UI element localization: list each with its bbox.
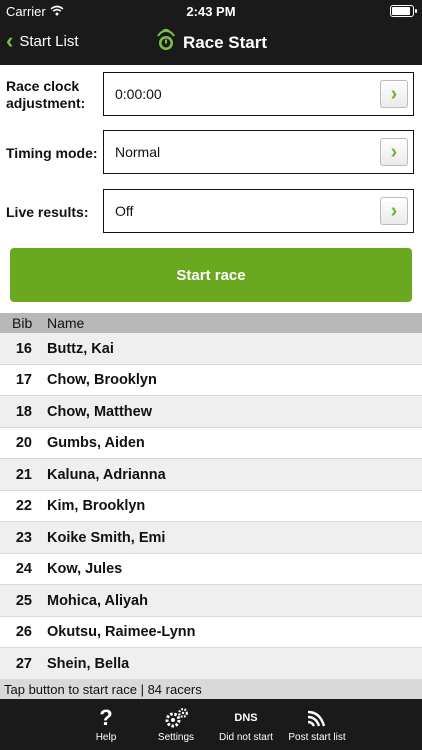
post-start-list-button[interactable]: Post start list <box>282 699 352 750</box>
row-name: Kaluna, Adrianna <box>47 466 166 483</box>
nav-bar: ‹ Start List Race Start <box>0 22 422 65</box>
table-header: Bib Name <box>0 313 422 333</box>
table-row[interactable]: 16 Buttz, Kai <box>0 333 422 365</box>
timing-mode-label: Timing mode: <box>6 144 98 161</box>
table-row[interactable]: 27 Shein, Bella <box>0 648 422 680</box>
row-name: Buttz, Kai <box>47 340 114 357</box>
row-name: Chow, Matthew <box>47 403 152 420</box>
bib-column-header: Bib <box>12 315 33 331</box>
row-bib: 20 <box>15 435 32 451</box>
row-name: Chow, Brooklyn <box>47 372 157 388</box>
live-results-value: Off <box>115 203 134 219</box>
live-results-label: Live results: <box>6 203 89 220</box>
chevron-right-icon[interactable]: › <box>380 80 408 108</box>
row-bib: 26 <box>15 624 32 640</box>
page-title: Race Start <box>182 32 268 52</box>
question-mark-icon: ? <box>99 705 113 730</box>
timing-mode-field[interactable]: Normal › <box>103 130 414 174</box>
settings-button[interactable]: Settings <box>152 699 200 750</box>
status-time: 2:43 PM <box>186 4 236 19</box>
broadcast-icon <box>306 706 328 730</box>
race-clock-adjustment-field[interactable]: 0:00:00 › <box>103 72 414 116</box>
row-name: Mohica, Aliyah <box>47 592 148 609</box>
table-row[interactable]: 25 Mohica, Aliyah <box>0 585 422 617</box>
nav-title-group: Race Start <box>0 28 422 57</box>
row-bib: 21 <box>15 466 32 483</box>
table-row[interactable]: 21 Kaluna, Adrianna <box>0 459 422 491</box>
row-name: Shein, Bella <box>47 655 130 672</box>
row-name: Kow, Jules <box>47 561 123 577</box>
help-label: Help <box>95 732 117 743</box>
race-clock-adjustment-value: 0:00:00 <box>115 86 162 102</box>
row-name: Okutsu, Raimee-Lynn <box>47 624 196 640</box>
racer-list: 16 Buttz, Kai 17 Chow, Brooklyn 18 Chow,… <box>0 333 422 680</box>
table-row[interactable]: 23 Koike Smith, Emi <box>0 522 422 554</box>
did-not-start-button[interactable]: DNS Did not start <box>212 699 280 750</box>
table-row[interactable]: 22 Kim, Brooklyn <box>0 491 422 522</box>
row-bib: 17 <box>15 372 32 388</box>
chevron-right-icon[interactable]: › <box>380 197 408 225</box>
live-results-field[interactable]: Off › <box>103 189 414 233</box>
table-row[interactable]: 20 Gumbs, Aiden <box>0 428 422 459</box>
row-bib: 23 <box>15 529 32 546</box>
table-row[interactable]: 17 Chow, Brooklyn <box>0 365 422 396</box>
bottom-toolbar: ? Help Settings DNS Did not start Post s… <box>0 699 422 750</box>
row-bib: 25 <box>15 592 32 609</box>
table-row[interactable]: 26 Okutsu, Raimee-Lynn <box>0 617 422 648</box>
dns-icon: DNS <box>234 712 258 724</box>
chevron-right-icon[interactable]: › <box>380 138 408 166</box>
post-start-list-label: Post start list <box>288 732 346 743</box>
live-results-row: Live results: Off › <box>0 189 422 235</box>
row-name: Kim, Brooklyn <box>47 498 146 514</box>
row-bib: 24 <box>15 561 32 577</box>
race-clock-adjustment-label: Race clock adjustment: <box>6 78 86 111</box>
settings-label: Settings <box>157 732 195 743</box>
race-clock-adjustment-row: Race clock adjustment: 0:00:00 › <box>0 72 422 118</box>
stopwatch-icon <box>155 28 177 57</box>
row-name: Koike Smith, Emi <box>47 529 166 546</box>
gears-icon <box>162 706 190 730</box>
start-race-button[interactable]: Start race <box>10 248 412 302</box>
battery-icon <box>390 5 417 17</box>
name-column-header: Name <box>47 315 85 331</box>
help-button[interactable]: ? Help <box>84 699 128 750</box>
footer-status-text: Tap button to start race | 84 racers <box>0 679 422 699</box>
row-name: Gumbs, Aiden <box>47 435 145 451</box>
table-row[interactable]: 18 Chow, Matthew <box>0 396 422 428</box>
row-bib: 22 <box>15 498 32 514</box>
did-not-start-label: Did not start <box>219 732 273 743</box>
row-bib: 16 <box>15 340 32 357</box>
timing-mode-value: Normal <box>115 144 161 160</box>
row-bib: 18 <box>15 403 32 420</box>
table-row[interactable]: 24 Kow, Jules <box>0 554 422 585</box>
timing-mode-row: Timing mode: Normal › <box>0 130 422 176</box>
row-bib: 27 <box>15 655 32 672</box>
status-bar: Carrier 2:43 PM <box>0 0 422 22</box>
